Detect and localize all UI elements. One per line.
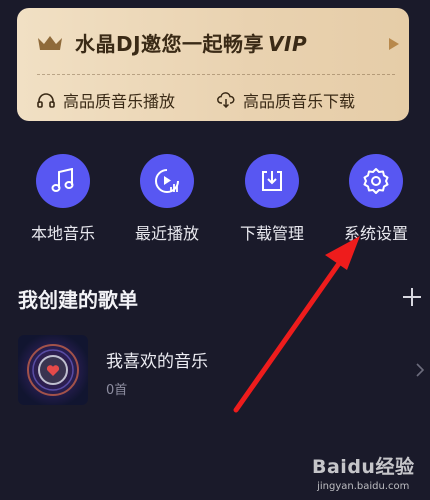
shortcut-circle[interactable] xyxy=(349,154,403,208)
vip-perk-playback: 高品质音乐播放 xyxy=(37,88,175,112)
vip-perk-label: 高品质音乐播放 xyxy=(63,92,176,111)
playlist-cover xyxy=(18,335,88,405)
playlist-count: 0首 xyxy=(106,383,128,398)
shortcut-label: 最近播放 xyxy=(134,224,199,243)
shortcut-circle[interactable] xyxy=(245,154,299,208)
vip-perk-download: 高品质音乐下载 xyxy=(217,88,355,112)
watermark-brand: Baidu经验 xyxy=(312,456,415,478)
heart-icon xyxy=(27,344,79,396)
crown-icon xyxy=(38,35,62,50)
cloud-download-icon xyxy=(217,92,235,108)
chevron-right-icon xyxy=(416,363,424,377)
baidu-watermark: Baidu经验 jingyan.baidu.com xyxy=(312,452,414,492)
add-icon[interactable] xyxy=(402,287,422,307)
shortcut-system-settings[interactable]: 系统设置 xyxy=(331,154,421,244)
vip-label: VIP xyxy=(268,32,308,56)
shortcut-local-music[interactable]: 本地音乐 xyxy=(18,154,108,244)
vip-perk-label: 高品质音乐下载 xyxy=(243,92,356,111)
shortcut-label: 系统设置 xyxy=(343,224,408,243)
headphones-icon xyxy=(37,93,55,108)
shortcut-label: 下载管理 xyxy=(239,224,304,243)
play-arrow-icon[interactable] xyxy=(389,38,399,50)
shortcut-recent-play[interactable]: 最近播放 xyxy=(122,154,212,244)
vip-divider xyxy=(37,74,395,75)
gear-icon xyxy=(363,168,389,194)
shortcut-circle[interactable] xyxy=(140,154,194,208)
music-note-icon xyxy=(51,168,74,192)
watermark-url: jingyan.baidu.com xyxy=(317,481,410,492)
download-icon xyxy=(262,171,282,191)
vip-title: 水晶DJ邀您一起畅享 VIP xyxy=(75,32,308,56)
recent-play-icon xyxy=(155,169,179,193)
shortcut-label: 本地音乐 xyxy=(30,224,95,243)
shortcut-download-manager[interactable]: 下载管理 xyxy=(227,154,317,244)
section-title: 我创建的歌单 xyxy=(18,288,138,312)
shortcut-circle[interactable] xyxy=(36,154,90,208)
vip-title-row: 水晶DJ邀您一起畅享 VIP xyxy=(37,28,307,57)
vip-promo-card[interactable]: 水晶DJ邀您一起畅享 VIP 高品质音乐播放 高品质音乐下载 xyxy=(17,8,409,121)
playlist-item[interactable]: 我喜欢的音乐 0首 xyxy=(18,335,430,407)
playlist-name: 我喜欢的音乐 xyxy=(106,352,208,372)
